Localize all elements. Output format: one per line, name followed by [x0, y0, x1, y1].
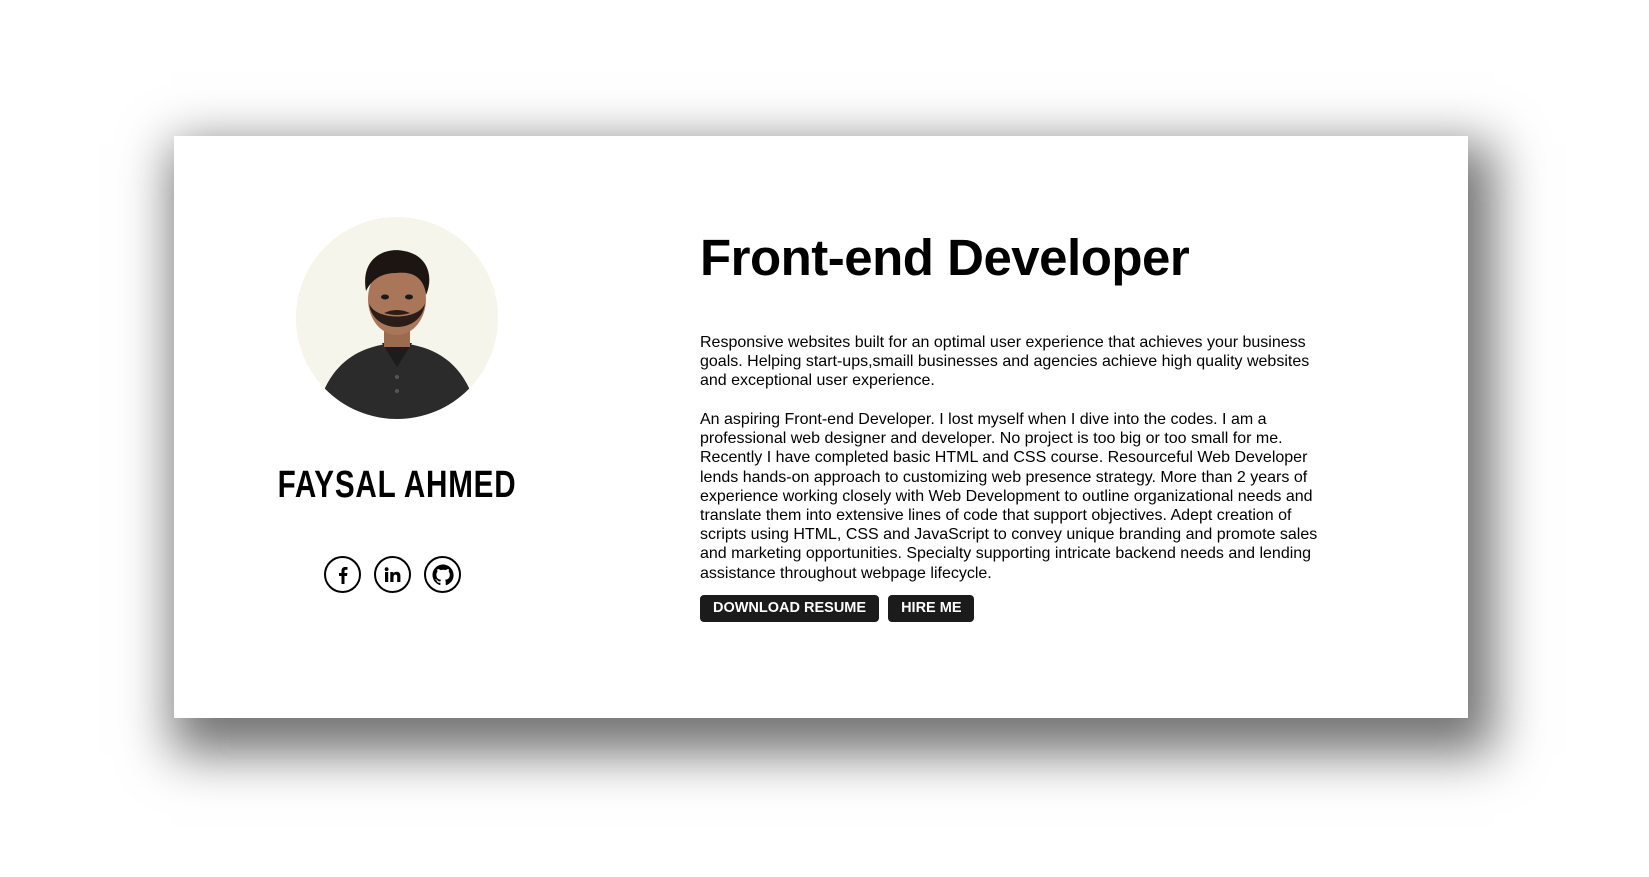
github-link[interactable]	[424, 556, 461, 593]
github-icon	[432, 564, 454, 585]
intro-paragraph: Responsive websites built for an optimal…	[700, 334, 1310, 390]
facebook-link[interactable]	[324, 556, 361, 593]
action-buttons: DOWNLOAD RESUME HIRE ME	[700, 595, 975, 622]
profile-name: FAYSAL AHMED	[277, 464, 517, 506]
page-title: Front-end Developer	[700, 229, 1190, 286]
profile-column: FAYSAL AHMED	[174, 136, 594, 718]
linkedin-link[interactable]	[374, 556, 411, 593]
person-photo-icon	[296, 217, 498, 419]
avatar	[296, 217, 498, 419]
social-links	[324, 556, 461, 593]
linkedin-icon	[384, 566, 400, 582]
about-paragraph: An aspiring Front-end Developer. I lost …	[700, 411, 1318, 582]
download-resume-button[interactable]: DOWNLOAD RESUME	[700, 595, 880, 622]
profile-card: FAYSAL AHMED Front-end Developer Respons…	[174, 136, 1468, 718]
hire-me-button[interactable]: HIRE ME	[888, 595, 975, 622]
facebook-icon	[338, 566, 347, 584]
